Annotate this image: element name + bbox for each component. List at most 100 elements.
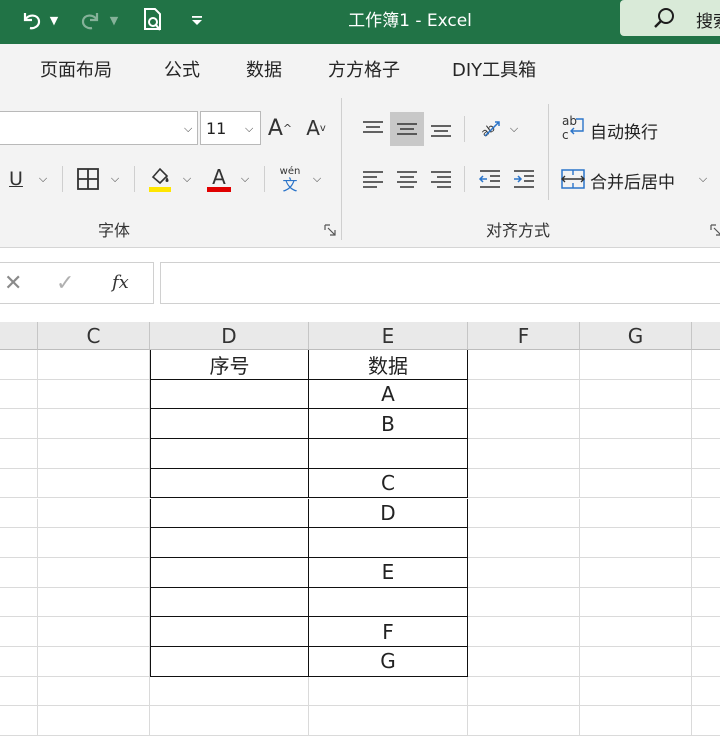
grid-cell[interactable]: [692, 439, 720, 469]
grid-cell[interactable]: [309, 706, 468, 736]
grid-cell[interactable]: [692, 350, 720, 380]
grid-cell[interactable]: [309, 676, 468, 707]
redo-icon[interactable]: [76, 6, 106, 34]
grid-cell[interactable]: [468, 587, 580, 618]
grid-cell[interactable]: [38, 350, 150, 380]
grid-cell[interactable]: [580, 706, 692, 736]
tab-page-layout[interactable]: 页面布局: [40, 56, 112, 82]
table-cell-data[interactable]: [309, 439, 468, 469]
grid-cell[interactable]: [468, 676, 580, 707]
align-center-button[interactable]: [390, 162, 424, 196]
grid-cell[interactable]: [468, 350, 580, 380]
align-left-button[interactable]: [356, 162, 390, 196]
grid-cell[interactable]: [0, 498, 38, 529]
grid-cell[interactable]: [0, 617, 38, 647]
tab-diy-toolbox[interactable]: DIY工具箱: [452, 56, 536, 82]
formula-input[interactable]: [160, 262, 720, 304]
table-cell-index[interactable]: [150, 647, 309, 677]
table-cell-data[interactable]: [309, 528, 468, 558]
grid-cell[interactable]: [692, 528, 720, 558]
bottom-align-button[interactable]: [424, 112, 458, 146]
table-cell-data[interactable]: F: [309, 617, 468, 647]
wrap-text-label[interactable]: 自动换行: [590, 118, 658, 143]
tab-fangfang-gezi[interactable]: 方方格子: [328, 56, 400, 82]
tab-data[interactable]: 数据: [246, 56, 282, 82]
table-cell-index[interactable]: [150, 498, 309, 529]
table-header-index[interactable]: 序号: [150, 350, 309, 380]
grid-cell[interactable]: [692, 588, 720, 618]
grid-cell[interactable]: [0, 439, 38, 469]
grid-cell[interactable]: [692, 677, 720, 707]
grid-cell[interactable]: [468, 498, 580, 529]
font-name-chevron-icon[interactable]: ⌵: [184, 122, 192, 136]
font-color-button[interactable]: A: [204, 162, 234, 196]
middle-align-button[interactable]: [390, 112, 424, 146]
grid-cell[interactable]: [692, 380, 720, 410]
align-right-button[interactable]: [424, 162, 458, 196]
column-header-d[interactable]: D: [150, 322, 309, 350]
grid-cell[interactable]: [692, 706, 720, 736]
grid-cell[interactable]: [580, 676, 692, 707]
fill-color-button[interactable]: [144, 162, 176, 196]
grid-cell[interactable]: [38, 439, 150, 469]
increase-indent-button[interactable]: [508, 162, 540, 196]
grid-cell[interactable]: [468, 409, 580, 440]
grid-cell[interactable]: [150, 676, 309, 707]
table-header-data[interactable]: 数据: [309, 350, 468, 380]
orientation-chevron-icon[interactable]: ⌵: [506, 112, 522, 146]
grid-cell[interactable]: [38, 587, 150, 618]
font-name-combobox[interactable]: ⌵: [0, 111, 198, 145]
grid-cell[interactable]: [692, 617, 720, 647]
grid-cell[interactable]: [38, 557, 150, 588]
underline-button[interactable]: U: [4, 162, 28, 196]
font-size-chevron-icon[interactable]: ⌵: [245, 122, 253, 136]
grid-cell[interactable]: [580, 350, 692, 380]
alignment-dialog-launcher-icon[interactable]: [710, 224, 720, 236]
table-cell-index[interactable]: [150, 468, 309, 499]
grid-cell[interactable]: [0, 647, 38, 677]
grid-cell[interactable]: [38, 498, 150, 529]
table-cell-index[interactable]: [150, 587, 309, 618]
grid-cell[interactable]: [468, 468, 580, 499]
grid-cell[interactable]: [38, 617, 150, 647]
grid-cell[interactable]: [692, 499, 720, 529]
grid-cell[interactable]: [692, 469, 720, 499]
grid-cell[interactable]: [692, 558, 720, 588]
orientation-button[interactable]: ab: [474, 110, 506, 146]
merge-center-label[interactable]: 合并后居中: [590, 168, 675, 193]
grid-cell[interactable]: [0, 528, 38, 558]
grid-cell[interactable]: [38, 409, 150, 440]
grid-cell[interactable]: [692, 647, 720, 677]
grid-cell[interactable]: [150, 706, 309, 736]
font-color-chevron-icon[interactable]: ⌵: [236, 162, 254, 196]
column-header-c[interactable]: C: [38, 322, 150, 350]
grow-font-button[interactable]: A ^: [266, 111, 294, 145]
fill-color-chevron-icon[interactable]: ⌵: [178, 162, 196, 196]
grid-cell[interactable]: [468, 706, 580, 736]
table-cell-data[interactable]: C: [309, 468, 468, 499]
grid-cell[interactable]: [580, 647, 692, 677]
grid-cell[interactable]: [468, 617, 580, 647]
wrap-text-button[interactable]: ab c: [558, 110, 588, 146]
table-cell-index[interactable]: [150, 557, 309, 588]
merge-center-chevron-icon[interactable]: ⌵: [694, 162, 712, 196]
grid-cell[interactable]: [0, 468, 38, 499]
grid-cell[interactable]: [38, 647, 150, 677]
grid-cell[interactable]: [0, 557, 38, 588]
grid-cell[interactable]: [692, 409, 720, 440]
tab-formulas[interactable]: 公式: [164, 56, 200, 82]
grid-cell[interactable]: [580, 439, 692, 469]
grid-cell[interactable]: [580, 498, 692, 529]
table-cell-data[interactable]: G: [309, 647, 468, 677]
borders-chevron-icon[interactable]: ⌵: [106, 162, 124, 196]
grid-cell[interactable]: [468, 557, 580, 588]
table-cell-index[interactable]: [150, 439, 309, 469]
grid-cell[interactable]: [0, 706, 38, 736]
grid-cell[interactable]: [0, 587, 38, 618]
customize-qat-icon[interactable]: [186, 6, 208, 34]
font-dialog-launcher-icon[interactable]: [324, 224, 336, 236]
shrink-font-button[interactable]: Av: [302, 111, 330, 145]
grid-cell[interactable]: [0, 676, 38, 707]
undo-dropdown-chevron-icon[interactable]: ▼: [46, 6, 62, 34]
table-cell-data[interactable]: E: [309, 557, 468, 588]
